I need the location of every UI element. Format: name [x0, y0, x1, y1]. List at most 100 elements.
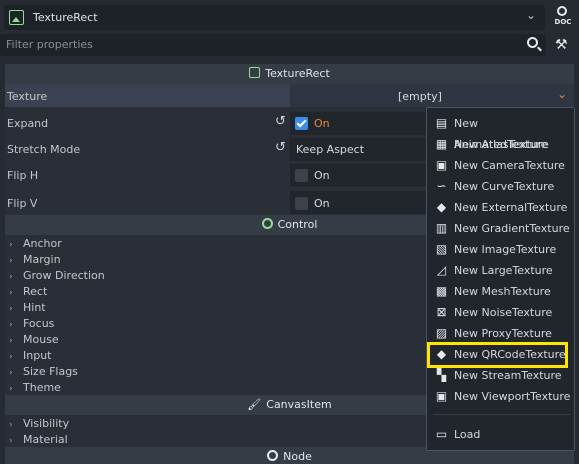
stretch-mode-label: Stretch Mode: [7, 143, 81, 156]
menu-separator: [433, 414, 570, 415]
menu-item-label: Load: [454, 428, 481, 441]
proxy-icon: ▨: [435, 326, 448, 340]
group-grow-direction[interactable]: › Grow Direction: [9, 269, 105, 282]
tools-icon[interactable]: ⚒: [555, 37, 568, 53]
menu-item-label: New GradientTexture: [454, 222, 570, 235]
group-hint[interactable]: › Hint: [9, 301, 46, 314]
expand-value-text: On: [314, 117, 330, 130]
doc-button[interactable]: DOC: [552, 6, 574, 28]
chevron-right-icon: ›: [9, 272, 13, 282]
expand-checkbox[interactable]: [295, 117, 308, 130]
group-label: Hint: [23, 301, 46, 314]
group-label: Visibility: [23, 417, 70, 430]
menu-item-load[interactable]: ▭ Load: [429, 424, 572, 445]
search-icon: [557, 6, 567, 16]
group-size-flags[interactable]: › Size Flags: [9, 365, 78, 378]
menu-item-new-meshtexture[interactable]: ▩ New MeshTexture: [429, 281, 572, 302]
node-name: TextureRect: [33, 11, 98, 24]
chevron-right-icon: ›: [9, 352, 13, 362]
revert-icon[interactable]: ↺: [275, 140, 286, 155]
menu-item-label: New CurveTexture: [454, 180, 555, 193]
menu-item-new-atlastexture[interactable]: ▦ New AtlasTexture: [429, 134, 572, 155]
flip-h-label: Flip H: [7, 169, 39, 182]
menu-item-new-streamtexture[interactable]: ▚ New StreamTexture: [429, 365, 572, 386]
group-material[interactable]: › Material: [9, 433, 68, 446]
group-rect[interactable]: › Rect: [9, 285, 47, 298]
brush-icon: 🖌: [247, 398, 262, 411]
section-texture-rect-label: TextureRect: [265, 67, 330, 80]
chevron-right-icon: ›: [9, 288, 13, 298]
chevron-right-icon: ›: [9, 436, 13, 446]
texture-rect-icon: [9, 10, 24, 25]
menu-item-new-noisetexture[interactable]: ⊠ New NoiseTexture: [429, 302, 572, 323]
menu-item-new-largetexture[interactable]: ◿ New LargeTexture: [429, 260, 572, 281]
film-icon: ▤: [435, 116, 448, 130]
flip-h-value-text: On: [314, 169, 330, 182]
node-icon: [267, 450, 279, 461]
flip-v-checkbox[interactable]: [295, 197, 308, 210]
chevron-right-icon: ›: [9, 320, 13, 330]
menu-item-new-gradienttexture[interactable]: ▥ New GradientTexture: [429, 218, 572, 239]
stretch-mode-value: Keep Aspect: [296, 143, 365, 156]
doc-label: DOC: [554, 18, 572, 26]
section-canvas-item-label: CanvasItem: [266, 398, 332, 411]
group-label: Grow Direction: [23, 269, 105, 282]
section-control-label: Control: [277, 218, 318, 231]
group-label: Input: [23, 349, 52, 362]
viewport-icon: ▣: [435, 389, 448, 403]
group-label: Margin: [23, 253, 61, 266]
menu-item-label: New ExternalTexture: [454, 201, 568, 214]
chevron-right-icon: ›: [9, 336, 13, 346]
revert-icon[interactable]: ↺: [275, 114, 286, 129]
group-visibility[interactable]: › Visibility: [9, 417, 69, 430]
chevron-right-icon: ›: [9, 384, 13, 394]
chevron-right-icon: ›: [9, 420, 13, 430]
large-image-icon: ◿: [436, 263, 447, 277]
texture-value-button[interactable]: [empty] ⌄: [290, 84, 574, 107]
menu-item-new-animatedtexture[interactable]: ▤ New AnimatedTexture: [429, 113, 572, 152]
texture-value: [empty]: [398, 90, 442, 103]
checker-icon: ▚: [436, 368, 447, 382]
group-label: Rect: [23, 285, 48, 298]
control-icon: [261, 218, 273, 229]
chevron-right-icon: ›: [9, 256, 13, 266]
group-anchor[interactable]: › Anchor: [9, 237, 62, 250]
menu-item-label: New MeshTexture: [454, 285, 551, 298]
chevron-down-icon[interactable]: ⌄: [557, 87, 567, 101]
menu-item-label: New ViewportTexture: [454, 390, 571, 403]
gradient-icon: ▥: [435, 221, 448, 235]
menu-item-label: New NoiseTexture: [454, 306, 553, 319]
group-margin[interactable]: › Margin: [9, 253, 61, 266]
texture-label: Texture: [7, 90, 48, 103]
group-label: Focus: [23, 317, 55, 330]
menu-item-new-externaltexture[interactable]: ◆ New ExternalTexture: [429, 197, 572, 218]
node-selector[interactable]: TextureRect ⌄: [4, 5, 545, 30]
group-mouse[interactable]: › Mouse: [9, 333, 59, 346]
group-label: Theme: [23, 381, 61, 394]
menu-item-new-curvetexture[interactable]: ∽ New CurveTexture: [429, 176, 572, 197]
group-input[interactable]: › Input: [9, 349, 51, 362]
group-focus[interactable]: › Focus: [9, 317, 54, 330]
image-icon: ▧: [435, 242, 448, 256]
expand-label: Expand: [7, 117, 49, 130]
group-label: Anchor: [23, 237, 62, 250]
menu-item-label: New StreamTexture: [454, 369, 562, 382]
menu-item-label: New CameraTexture: [454, 159, 565, 172]
chevron-right-icon: ›: [9, 368, 13, 378]
menu-item-label: New ImageTexture: [454, 243, 557, 256]
group-theme[interactable]: › Theme: [9, 381, 61, 394]
noise-icon: ⊠: [436, 305, 447, 319]
flip-h-checkbox[interactable]: [295, 169, 308, 182]
menu-item-label: New ProxyTexture: [454, 327, 552, 340]
group-label: Material: [23, 433, 68, 446]
menu-item-new-imagetexture[interactable]: ▧ New ImageTexture: [429, 239, 572, 260]
menu-item-new-cameratexture[interactable]: ▣ New CameraTexture: [429, 155, 572, 176]
group-label: Size Flags: [23, 365, 78, 378]
menu-item-new-proxytexture[interactable]: ▨ New ProxyTexture: [429, 323, 572, 344]
flip-v-value-text: On: [314, 197, 330, 210]
group-label: Mouse: [23, 333, 59, 346]
filter-properties-input[interactable]: Filter properties: [0, 34, 546, 56]
section-texture-rect[interactable]: TextureRect: [5, 64, 574, 84]
menu-item-new-viewporttexture[interactable]: ▣ New ViewportTexture: [429, 386, 572, 407]
top-bar: TextureRect ⌄ DOC: [0, 0, 579, 34]
